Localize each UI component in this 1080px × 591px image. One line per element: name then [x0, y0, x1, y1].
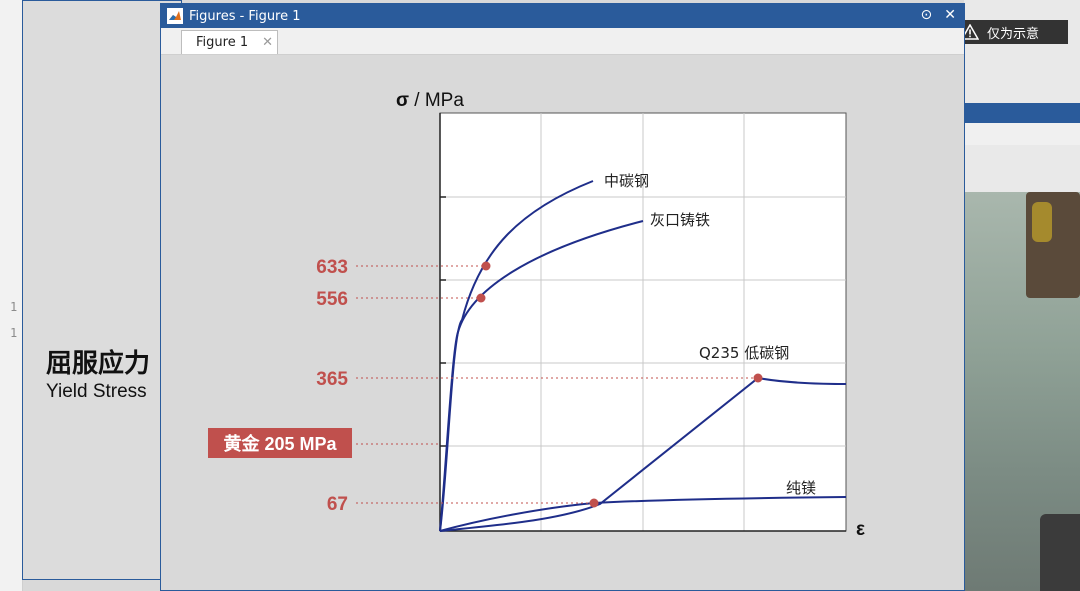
series-label: Q235 低碳钢	[699, 344, 789, 362]
yield-point	[589, 498, 599, 508]
yield-value-label: 365	[316, 369, 348, 390]
yield-point	[481, 261, 491, 271]
series-label: 中碳钢	[604, 172, 649, 190]
yield-point	[476, 293, 486, 303]
series-label: 纯镁	[786, 479, 816, 497]
yield-value-label: 556	[316, 289, 348, 310]
highlight-label: 黄金 205 MPa	[223, 433, 337, 454]
yield-value-label: 67	[327, 494, 348, 515]
y-axis-label: σ / MPa	[396, 90, 464, 111]
series-label: 灰口铸铁	[650, 211, 710, 229]
x-axis-label: ε	[856, 519, 865, 540]
yield-value-label: 633	[316, 257, 348, 278]
yield-point	[753, 373, 763, 383]
stress-strain-chart: 633556365黄金 205 MPa67 中碳钢灰口铸铁Q235 低碳钢纯镁 …	[208, 90, 865, 540]
